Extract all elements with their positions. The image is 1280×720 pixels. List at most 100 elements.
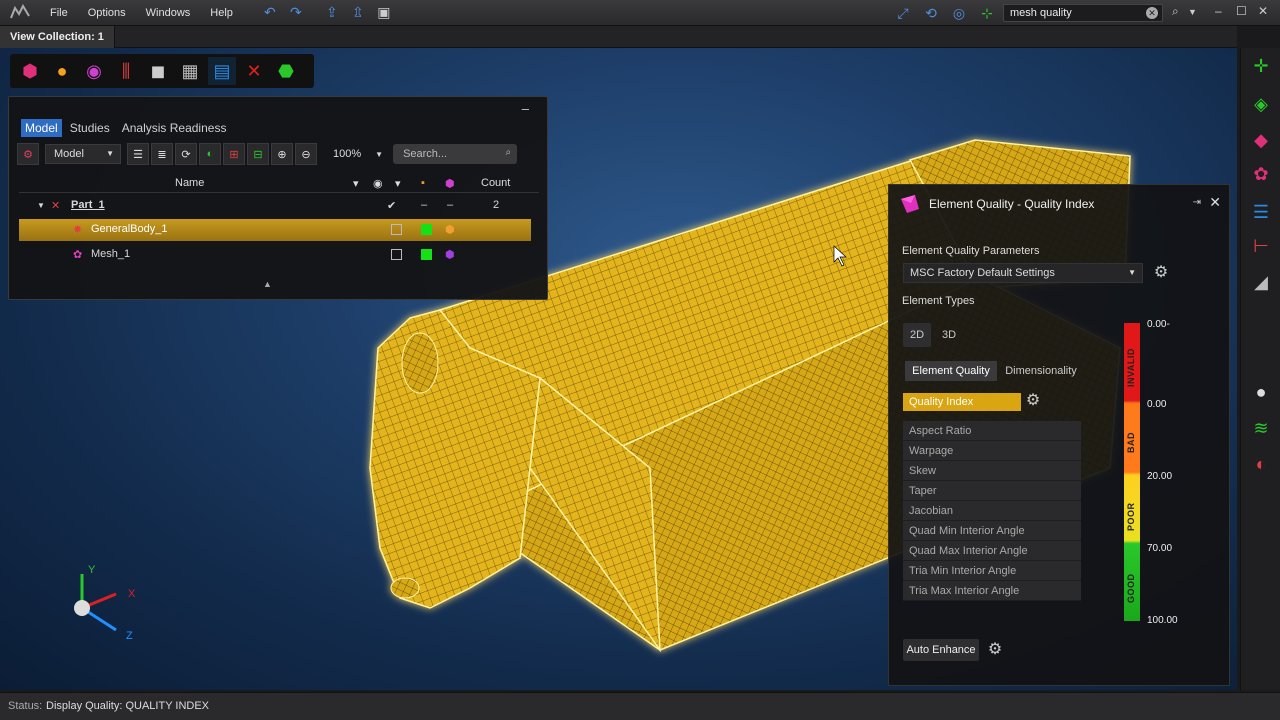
undo-icon[interactable]: ↶ bbox=[260, 3, 280, 23]
rotate-view-icon[interactable]: ⟲ bbox=[921, 3, 941, 23]
sphere-icon[interactable]: ● bbox=[48, 57, 76, 85]
triad-icon[interactable]: ⊹ bbox=[977, 3, 997, 23]
metric-item[interactable]: Taper bbox=[903, 481, 1081, 501]
metric-gear-icon[interactable]: ⚙ bbox=[1025, 393, 1041, 409]
metric-item[interactable]: Tria Min Interior Angle bbox=[903, 561, 1081, 581]
split-icon[interactable]: ⫼ bbox=[112, 57, 140, 85]
show-icon[interactable]: ◐ bbox=[199, 143, 221, 165]
body-column-icon[interactable]: ⬢ bbox=[445, 177, 455, 190]
search-options-icon[interactable]: ⌕ bbox=[1172, 4, 1179, 19]
color-column-icon[interactable]: ▪ bbox=[421, 177, 425, 189]
minimize-panel-button[interactable]: – bbox=[522, 101, 529, 116]
minimize-button[interactable]: – bbox=[1215, 4, 1222, 18]
add-group-icon[interactable]: ⊕ bbox=[271, 143, 293, 165]
close-icon[interactable]: ✕ bbox=[1209, 194, 1221, 211]
tree-row-body[interactable]: ✸ GeneralBody_1 ⬢ bbox=[19, 219, 531, 241]
redo-icon[interactable]: ↷ bbox=[286, 3, 306, 23]
view-collection-tab[interactable]: View Collection: 1 bbox=[0, 26, 115, 48]
mesh-box-icon[interactable]: ▦ bbox=[176, 57, 204, 85]
color-swatch[interactable] bbox=[421, 249, 432, 260]
color-swatch[interactable] bbox=[421, 224, 432, 235]
list-icon[interactable]: ☰ bbox=[1249, 200, 1273, 224]
eye-icon[interactable]: ◉ bbox=[373, 177, 383, 190]
colorbar-tick: 20.00 bbox=[1147, 471, 1173, 482]
plane-icon[interactable]: ◈ bbox=[1249, 92, 1273, 116]
axis-triad: Y X Z bbox=[60, 560, 150, 650]
model-filter-icon[interactable]: ⚙ bbox=[17, 143, 39, 165]
layers-icon[interactable]: ≋ bbox=[1249, 416, 1273, 440]
filter-icon[interactable]: ▾ bbox=[353, 177, 359, 190]
import-icon[interactable]: ⇪ bbox=[322, 3, 342, 23]
tab-analysis-readiness[interactable]: Analysis Readiness bbox=[118, 119, 231, 137]
gear-magenta-icon[interactable]: ✿ bbox=[1249, 162, 1273, 186]
column-name[interactable]: Name bbox=[175, 177, 204, 189]
assembly-icon[interactable]: ⬣ bbox=[272, 57, 300, 85]
globe-icon[interactable]: ◎ bbox=[949, 3, 969, 23]
right-toolbar: ✛ ◈ ◆ ✿ ☰ ⊢ ◢ ● ≋ ◐ bbox=[1240, 48, 1280, 690]
zoom-chevron-icon[interactable]: ▼ bbox=[375, 150, 383, 159]
pin-icon[interactable]: ⇥ bbox=[1193, 197, 1201, 208]
tree-collapse-icon[interactable]: ⊟ bbox=[247, 143, 269, 165]
column-count[interactable]: Count bbox=[481, 177, 510, 189]
metric-item[interactable]: Skew bbox=[903, 461, 1081, 481]
type-3d-button[interactable]: 3D bbox=[935, 323, 963, 347]
chevron-down-icon[interactable]: ▼ bbox=[1188, 7, 1197, 17]
tree-expand-icon[interactable]: ⊞ bbox=[223, 143, 245, 165]
quality-params-select[interactable]: MSC Factory Default Settings ▼ bbox=[903, 263, 1143, 283]
metric-item[interactable]: Tria Max Interior Angle bbox=[903, 581, 1081, 601]
tree-row-mesh[interactable]: ✿ Mesh_1 ⬢ bbox=[19, 244, 531, 266]
move-icon[interactable]: ✛ bbox=[1249, 54, 1273, 78]
menu-help[interactable]: Help bbox=[200, 7, 243, 19]
box-icon[interactable]: ◼ bbox=[144, 57, 172, 85]
dimension-icon[interactable]: ⊢ bbox=[1249, 234, 1273, 258]
zoom-level[interactable]: 100% bbox=[333, 148, 361, 160]
close-button[interactable]: ✕ bbox=[1258, 4, 1268, 18]
search-box[interactable]: ✕ bbox=[1003, 4, 1163, 22]
tab-element-quality[interactable]: Element Quality bbox=[905, 361, 997, 381]
eraser-icon[interactable]: ◆ bbox=[1249, 128, 1273, 152]
save-icon[interactable]: ▣ bbox=[374, 3, 394, 23]
maximize-button[interactable]: ☐ bbox=[1236, 4, 1247, 18]
menu-windows[interactable]: Windows bbox=[136, 7, 201, 19]
map-icon[interactable]: ▤ bbox=[208, 57, 236, 85]
filter-icon[interactable]: ▾ bbox=[395, 177, 401, 190]
visibility-checkbox[interactable] bbox=[391, 224, 402, 235]
remove-group-icon[interactable]: ⊖ bbox=[295, 143, 317, 165]
sphere-render-icon[interactable]: ● bbox=[1249, 380, 1273, 404]
cube-icon[interactable]: ⬢ bbox=[16, 57, 44, 85]
measure-icon[interactable]: ◢ bbox=[1249, 270, 1273, 294]
clear-icon[interactable]: ✕ bbox=[1146, 7, 1158, 19]
metric-item[interactable]: Quad Min Interior Angle bbox=[903, 521, 1081, 541]
check-icon[interactable]: ✔ bbox=[387, 199, 396, 212]
tab-studies[interactable]: Studies bbox=[66, 119, 114, 137]
status-label: Status: bbox=[8, 700, 43, 712]
metric-item[interactable]: Warpage bbox=[903, 441, 1081, 461]
refresh-icon[interactable]: ⟳ bbox=[175, 143, 197, 165]
surface-icon[interactable]: ◉ bbox=[80, 57, 108, 85]
model-select[interactable]: Model ▼ bbox=[45, 144, 121, 164]
visibility-checkbox[interactable] bbox=[391, 249, 402, 260]
menu-file[interactable]: File bbox=[40, 7, 78, 19]
list-icon[interactable]: ☰ bbox=[127, 143, 149, 165]
explode-icon[interactable]: ✕ bbox=[240, 57, 268, 85]
enhance-gear-icon[interactable]: ⚙ bbox=[987, 642, 1003, 658]
type-2d-button[interactable]: 2D bbox=[903, 323, 931, 347]
search-input[interactable] bbox=[1010, 7, 1140, 19]
section-icon[interactable]: ◐ bbox=[1249, 452, 1273, 476]
list-filter-icon[interactable]: ≣ bbox=[151, 143, 173, 165]
fit-view-icon[interactable]: ⤢ bbox=[893, 3, 913, 23]
auto-enhance-button[interactable]: Auto Enhance bbox=[903, 639, 979, 661]
tab-model[interactable]: Model bbox=[21, 119, 62, 137]
metric-item[interactable]: Quad Max Interior Angle bbox=[903, 541, 1081, 561]
expand-arrow-icon[interactable]: ▼ bbox=[37, 201, 45, 210]
params-gear-icon[interactable]: ⚙ bbox=[1153, 265, 1169, 281]
quality-index-select[interactable]: Quality Index bbox=[903, 393, 1021, 411]
tab-dimensionality[interactable]: Dimensionality bbox=[1001, 361, 1081, 381]
export-icon[interactable]: ⇫ bbox=[348, 3, 368, 23]
model-search-input[interactable]: Search... ⌕ bbox=[393, 144, 518, 164]
metric-item[interactable]: Jacobian bbox=[903, 501, 1081, 521]
metric-item[interactable]: Aspect Ratio bbox=[903, 421, 1081, 441]
tree-row-part[interactable]: ▼ ✕ Part_1 ✔ – – 2 bbox=[19, 195, 531, 217]
panel-resize-handle[interactable]: ▲ bbox=[263, 279, 272, 289]
menu-options[interactable]: Options bbox=[78, 7, 136, 19]
